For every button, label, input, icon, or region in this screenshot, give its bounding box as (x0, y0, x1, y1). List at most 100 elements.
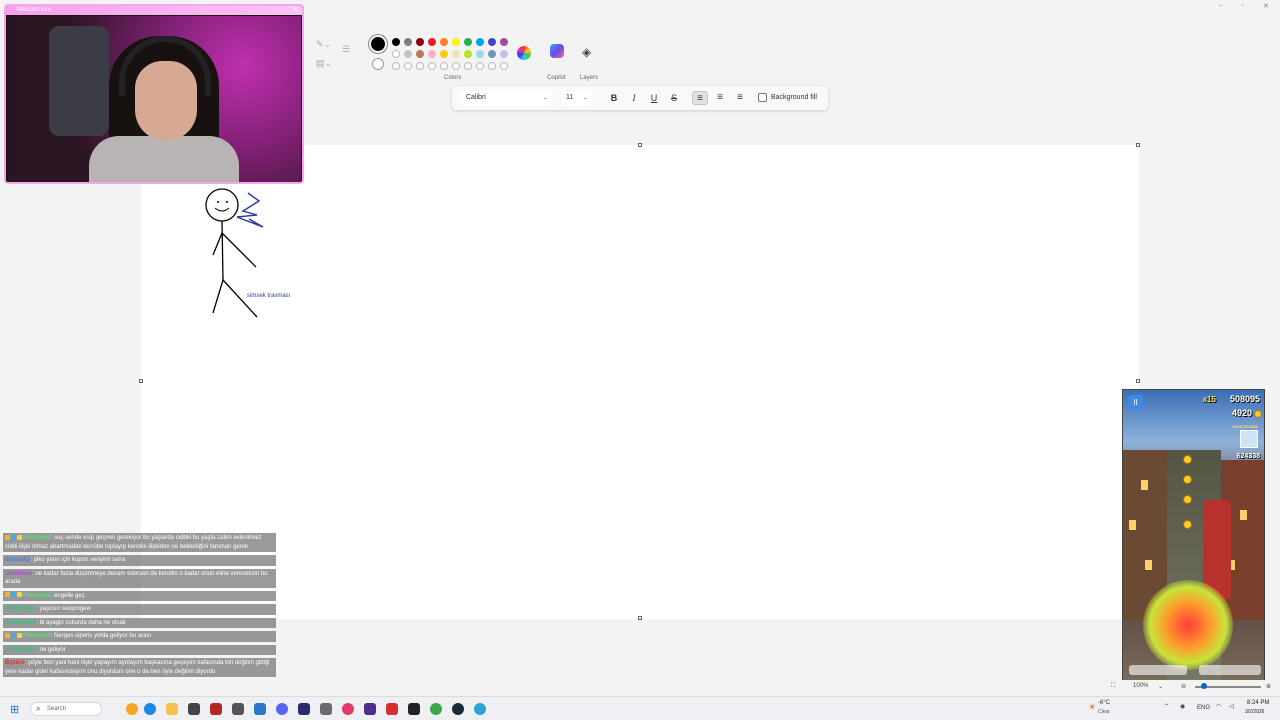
color-swatch[interactable] (500, 50, 508, 58)
edge-icon[interactable] (144, 703, 156, 715)
opera-icon[interactable] (342, 703, 354, 715)
zoom-slider-thumb[interactable] (1201, 683, 1207, 689)
color-swatch[interactable] (404, 50, 412, 58)
resize-handle-top[interactable] (638, 143, 642, 147)
color-swatch[interactable] (416, 38, 424, 46)
chevron-up-icon[interactable]: ⌃ (1164, 703, 1169, 710)
tray-icon[interactable]: ◉ (1180, 703, 1185, 710)
chat-username[interactable]: dfaldsadas (5, 620, 36, 626)
resize-handle-left[interactable] (139, 379, 143, 383)
underline-button[interactable]: U (647, 92, 661, 104)
after-effects-icon[interactable] (298, 703, 310, 715)
app-icon[interactable] (474, 703, 486, 715)
clock-date[interactable]: 3/2/2026 (1245, 709, 1264, 715)
color-swatch[interactable] (392, 38, 400, 46)
resize-handle-top-right[interactable] (1136, 143, 1140, 147)
maximize-button[interactable]: ▫ (1241, 2, 1243, 9)
capcut-icon[interactable] (408, 703, 420, 715)
app-icon[interactable] (386, 703, 398, 715)
taskbar-search[interactable]: ⌕ Search (30, 702, 102, 716)
color-swatch[interactable] (476, 38, 484, 46)
chat-username[interactable]: dfaldsadas (5, 606, 36, 612)
background-fill-checkbox[interactable] (758, 93, 767, 102)
color-swatch[interactable] (404, 38, 412, 46)
chat-username[interactable]: PikoGami (23, 633, 51, 639)
app-icon[interactable] (210, 703, 222, 715)
font-family-select[interactable]: Calibri ⌄ (460, 91, 552, 105)
zoom-in-icon[interactable]: ⊕ (1266, 683, 1271, 690)
color-swatch[interactable] (500, 38, 508, 46)
drawing-canvas[interactable]: simsek travması (139, 143, 1140, 620)
color-swatch[interactable] (440, 50, 448, 58)
color-swatch[interactable] (416, 50, 424, 58)
color-swatch[interactable] (476, 50, 484, 58)
fit-to-window-icon[interactable]: ⛶ (1111, 683, 1115, 690)
chat-username[interactable]: Byzbni (5, 660, 25, 666)
close-window-button[interactable]: ✕ (1263, 2, 1269, 10)
zoom-level[interactable]: 100% (1133, 683, 1148, 689)
chat-username[interactable]: ssmsslis (5, 557, 30, 563)
custom-color-slot[interactable] (476, 62, 484, 70)
align-right-button[interactable]: ≡ (732, 91, 748, 105)
color-swatch[interactable] (464, 50, 472, 58)
chevron-down-icon[interactable]: ⌄ (1158, 683, 1163, 690)
resize-handle-right[interactable] (1136, 379, 1140, 383)
chat-username[interactable]: PikoGami (23, 535, 51, 541)
language-indicator[interactable]: ENG (1197, 705, 1210, 711)
app-icon[interactable] (254, 703, 266, 715)
custom-color-slot[interactable] (392, 62, 400, 70)
resize-handle-bottom[interactable] (638, 616, 642, 620)
primary-color-swatch[interactable] (369, 35, 387, 53)
volume-icon[interactable]: ◁ (1229, 703, 1234, 710)
custom-color-slot[interactable] (416, 62, 424, 70)
color-swatch[interactable] (440, 38, 448, 46)
color-swatch[interactable] (464, 38, 472, 46)
custom-color-slot[interactable] (428, 62, 436, 70)
app-icon[interactable] (188, 703, 200, 715)
discord-icon[interactable] (276, 703, 288, 715)
weather-temperature[interactable]: -6°C (1098, 700, 1110, 706)
weather-widget-icon[interactable] (126, 703, 138, 715)
app-icon[interactable] (430, 703, 442, 715)
color-swatch[interactable] (392, 50, 400, 58)
brush-tool-icon[interactable]: ✎⌄ (316, 39, 331, 50)
color-swatch[interactable] (428, 38, 436, 46)
strikethrough-button[interactable]: S (667, 92, 681, 104)
steam-icon[interactable] (452, 703, 464, 715)
edit-colors-icon[interactable] (517, 46, 531, 60)
color-swatch[interactable] (452, 38, 460, 46)
zoom-out-icon[interactable]: ⊖ (1181, 683, 1186, 690)
bold-button[interactable]: B (607, 92, 621, 104)
color-swatch[interactable] (488, 38, 496, 46)
secondary-color-swatch[interactable] (372, 58, 384, 70)
color-swatch[interactable] (452, 50, 460, 58)
wifi-icon[interactable]: ◠ (1216, 703, 1221, 710)
pause-button[interactable]: II (1128, 395, 1143, 410)
custom-color-slot[interactable] (500, 62, 508, 70)
custom-color-slot[interactable] (404, 62, 412, 70)
chat-username[interactable]: PikoGami (23, 593, 51, 599)
shapes-tool-icon[interactable]: ▤⌄ (316, 58, 332, 69)
start-icon[interactable]: ⊞ (10, 703, 19, 716)
align-left-button[interactable]: ≡ (692, 91, 708, 105)
layers-icon[interactable]: ◈ (582, 45, 591, 59)
font-size-select[interactable]: 11 ⌄ (562, 91, 592, 105)
align-center-button[interactable]: ≡ (712, 91, 728, 105)
app-icon[interactable] (320, 703, 332, 715)
app-icon[interactable] (364, 703, 376, 715)
app-icon[interactable] (232, 703, 244, 715)
color-swatch[interactable] (488, 50, 496, 58)
custom-color-slot[interactable] (440, 62, 448, 70)
minimize-button[interactable]: – (1219, 2, 1223, 9)
clock-time[interactable]: 8:24 PM (1247, 700, 1269, 706)
copilot-icon[interactable] (550, 44, 564, 58)
chat-username[interactable]: dfaldsadas (5, 647, 36, 653)
color-swatch[interactable] (428, 50, 436, 58)
background-fill-toggle[interactable]: Background fill (758, 93, 817, 102)
size-tool-icon[interactable]: ☰ (342, 44, 350, 55)
italic-button[interactable]: I (627, 92, 641, 104)
custom-color-slot[interactable] (464, 62, 472, 70)
custom-color-slot[interactable] (452, 62, 460, 70)
custom-color-slot[interactable] (488, 62, 496, 70)
file-explorer-icon[interactable] (166, 703, 178, 715)
